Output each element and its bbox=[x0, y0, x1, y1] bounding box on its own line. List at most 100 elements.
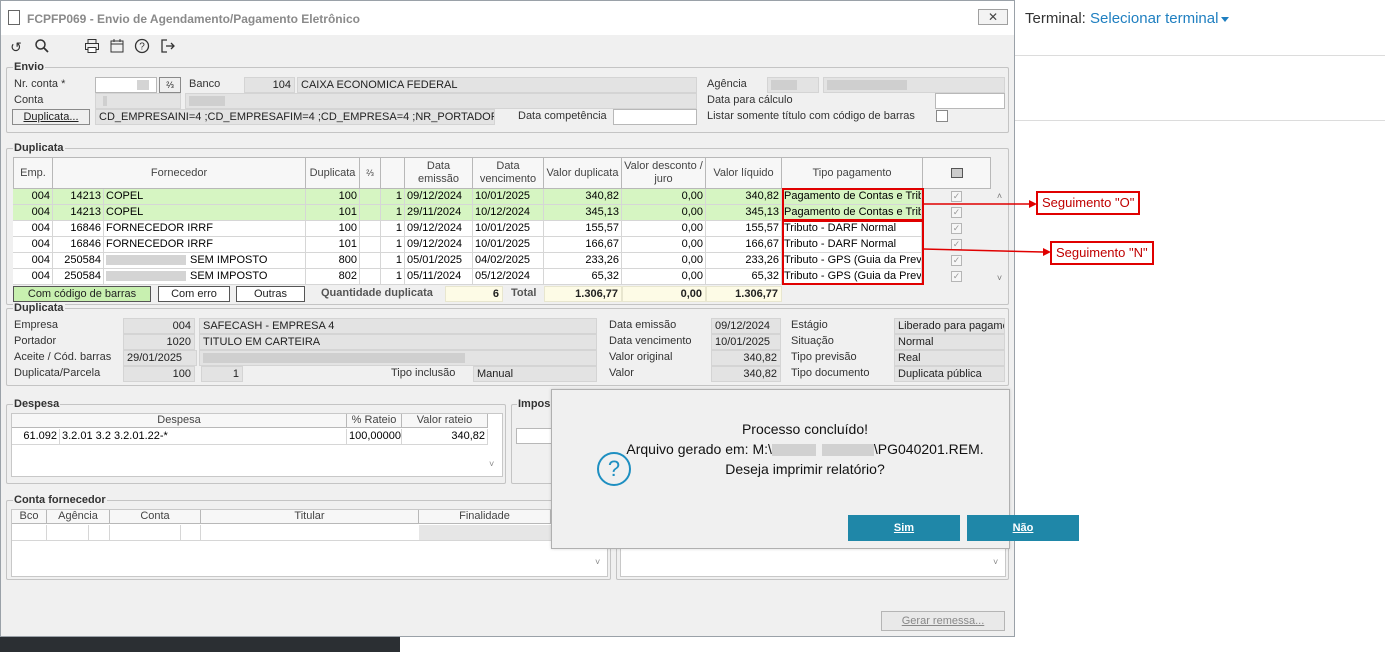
col-header-duplicata[interactable]: Duplicata bbox=[306, 157, 360, 189]
data-calculo-field[interactable] bbox=[935, 93, 1005, 109]
cell-emis[interactable]: 09/12/2024 bbox=[405, 237, 473, 253]
close-button[interactable]: ✕ bbox=[978, 9, 1008, 25]
cell-p[interactable]: 1 bbox=[381, 221, 405, 237]
help-icon[interactable]: ? bbox=[133, 38, 151, 56]
cell-p[interactable]: 1 bbox=[381, 237, 405, 253]
cell-emp[interactable]: 004 bbox=[13, 221, 53, 237]
col-header-tipo-pagamento[interactable]: Tipo pagamento bbox=[782, 157, 923, 189]
cell-emp[interactable]: 004 bbox=[13, 269, 53, 285]
cell-p[interactable]: 1 bbox=[381, 253, 405, 269]
search-icon[interactable] bbox=[33, 38, 51, 56]
listar-barcode-checkbox[interactable] bbox=[936, 110, 948, 122]
print-icon[interactable] bbox=[83, 38, 101, 56]
cell-name[interactable]: FORNECEDOR IRRF bbox=[104, 237, 306, 253]
cell-emis[interactable]: 05/01/2025 bbox=[405, 253, 473, 269]
col-header-emp[interactable]: Emp. bbox=[13, 157, 53, 189]
cell-emp[interactable]: 004 bbox=[13, 237, 53, 253]
exit-icon[interactable] bbox=[159, 38, 177, 56]
nr-conta-field[interactable] bbox=[95, 77, 157, 93]
despesa-rateio[interactable]: 100,00000 bbox=[347, 429, 402, 445]
legend-other-button[interactable]: Outras bbox=[236, 286, 305, 302]
cell-vdup[interactable]: 345,13 bbox=[544, 205, 622, 221]
despesa-desc[interactable]: 3.2.01 3.2 3.2.01.22-* bbox=[60, 429, 347, 445]
cell-vdesc[interactable]: 0,00 bbox=[622, 253, 706, 269]
conta-fornecedor-row[interactable] bbox=[12, 525, 551, 541]
cell-emp[interactable]: 004 bbox=[13, 189, 53, 205]
cell-dup[interactable]: 101 bbox=[306, 205, 360, 221]
cell-p[interactable]: 1 bbox=[381, 205, 405, 221]
cell-name[interactable]: SEM IMPOSTO bbox=[104, 253, 306, 269]
cell-sort[interactable] bbox=[360, 189, 381, 205]
scroll-down-icon[interactable]: ˅ bbox=[992, 271, 1007, 285]
agencia-col-header[interactable]: Agência bbox=[47, 510, 110, 524]
col-header-select-all[interactable] bbox=[923, 157, 991, 189]
undo-icon[interactable]: ↺ bbox=[7, 38, 25, 56]
cell-name[interactable]: SEM IMPOSTO bbox=[104, 269, 306, 285]
cell-venc[interactable]: 10/01/2025 bbox=[473, 221, 544, 237]
col-header-valor-liquido[interactable]: Valor líquido bbox=[706, 157, 782, 189]
scroll-down-icon[interactable]: ˅ bbox=[489, 459, 494, 469]
cell-dup[interactable]: 101 bbox=[306, 237, 360, 253]
col-header-parcela[interactable] bbox=[381, 157, 405, 189]
bco-col-header[interactable]: Bco bbox=[12, 510, 47, 524]
despesa-col-header[interactable]: Despesa bbox=[12, 414, 347, 428]
cell-dup[interactable]: 802 bbox=[306, 269, 360, 285]
despesa-code[interactable]: 61.092 bbox=[12, 429, 60, 445]
cell-vdesc[interactable]: 0,00 bbox=[622, 237, 706, 253]
cell-vdup[interactable]: 166,67 bbox=[544, 237, 622, 253]
calendar-icon[interactable] bbox=[108, 38, 126, 56]
row-select-checkbox[interactable]: ✓ bbox=[951, 271, 962, 282]
cell-sort[interactable] bbox=[360, 253, 381, 269]
scroll-down-icon[interactable]: ˅ bbox=[993, 557, 998, 567]
select-all-checkbox-icon[interactable] bbox=[950, 168, 963, 178]
finalidade-col-header[interactable]: Finalidade bbox=[419, 510, 551, 524]
cell-name[interactable]: COPEL bbox=[104, 189, 306, 205]
titular-col-header[interactable]: Titular bbox=[201, 510, 419, 524]
cell-code[interactable]: 16846 bbox=[53, 237, 104, 253]
conta-col-header[interactable]: Conta bbox=[110, 510, 201, 524]
cell-code[interactable]: 250584 bbox=[53, 269, 104, 285]
cell-venc[interactable]: 05/12/2024 bbox=[473, 269, 544, 285]
col-header-valor-desconto[interactable]: Valor desconto / juro bbox=[622, 157, 706, 189]
cell-emp[interactable]: 004 bbox=[13, 205, 53, 221]
cell-venc[interactable]: 04/02/2025 bbox=[473, 253, 544, 269]
cell-emis[interactable]: 09/12/2024 bbox=[405, 221, 473, 237]
cell-venc[interactable]: 10/01/2025 bbox=[473, 237, 544, 253]
cell-dup[interactable]: 100 bbox=[306, 221, 360, 237]
data-competencia-field[interactable] bbox=[613, 109, 697, 125]
cell-code[interactable]: 14213 bbox=[53, 205, 104, 221]
cell-sort[interactable] bbox=[360, 205, 381, 221]
duplicata-filter-button[interactable]: Duplicata... bbox=[12, 109, 90, 125]
cell-vdup[interactable]: 155,57 bbox=[544, 221, 622, 237]
cell-name[interactable]: FORNECEDOR IRRF bbox=[104, 221, 306, 237]
cell-emis[interactable]: 05/11/2024 bbox=[405, 269, 473, 285]
legend-barcode-button[interactable]: Com código de barras bbox=[13, 286, 151, 302]
cell-emp[interactable]: 004 bbox=[13, 253, 53, 269]
col-header-data-emissao[interactable]: Data emissão bbox=[405, 157, 473, 189]
cell-vliq[interactable]: 340,82 bbox=[706, 189, 782, 205]
cell-vliq[interactable]: 345,13 bbox=[706, 205, 782, 221]
cell-sort[interactable] bbox=[360, 221, 381, 237]
cell-p[interactable]: 1 bbox=[381, 189, 405, 205]
valor-rateio-col-header[interactable]: Valor rateio bbox=[402, 414, 488, 428]
cell-venc[interactable]: 10/12/2024 bbox=[473, 205, 544, 221]
cell-code[interactable]: 14213 bbox=[53, 189, 104, 205]
col-header-valor-duplicata[interactable]: Valor duplicata bbox=[544, 157, 622, 189]
cell-code[interactable]: 16846 bbox=[53, 221, 104, 237]
cell-vliq[interactable]: 65,32 bbox=[706, 269, 782, 285]
cell-emis[interactable]: 29/11/2024 bbox=[405, 205, 473, 221]
cell-venc[interactable]: 10/01/2025 bbox=[473, 189, 544, 205]
cell-dup[interactable]: 800 bbox=[306, 253, 360, 269]
cell-vdup[interactable]: 340,82 bbox=[544, 189, 622, 205]
caret-down-icon[interactable] bbox=[1221, 16, 1230, 22]
cell-vdup[interactable]: 65,32 bbox=[544, 269, 622, 285]
scroll-down-icon[interactable]: ˅ bbox=[595, 557, 600, 567]
despesa-valor[interactable]: 340,82 bbox=[402, 429, 488, 445]
col-header-data-vencimento[interactable]: Data vencimento bbox=[473, 157, 544, 189]
cell-vliq[interactable]: 155,57 bbox=[706, 221, 782, 237]
cell-vdesc[interactable]: 0,00 bbox=[622, 269, 706, 285]
cell-vliq[interactable]: 166,67 bbox=[706, 237, 782, 253]
select-terminal-link[interactable]: Selecionar terminal bbox=[1090, 10, 1218, 27]
cell-sort[interactable] bbox=[360, 269, 381, 285]
cell-vliq[interactable]: 233,26 bbox=[706, 253, 782, 269]
